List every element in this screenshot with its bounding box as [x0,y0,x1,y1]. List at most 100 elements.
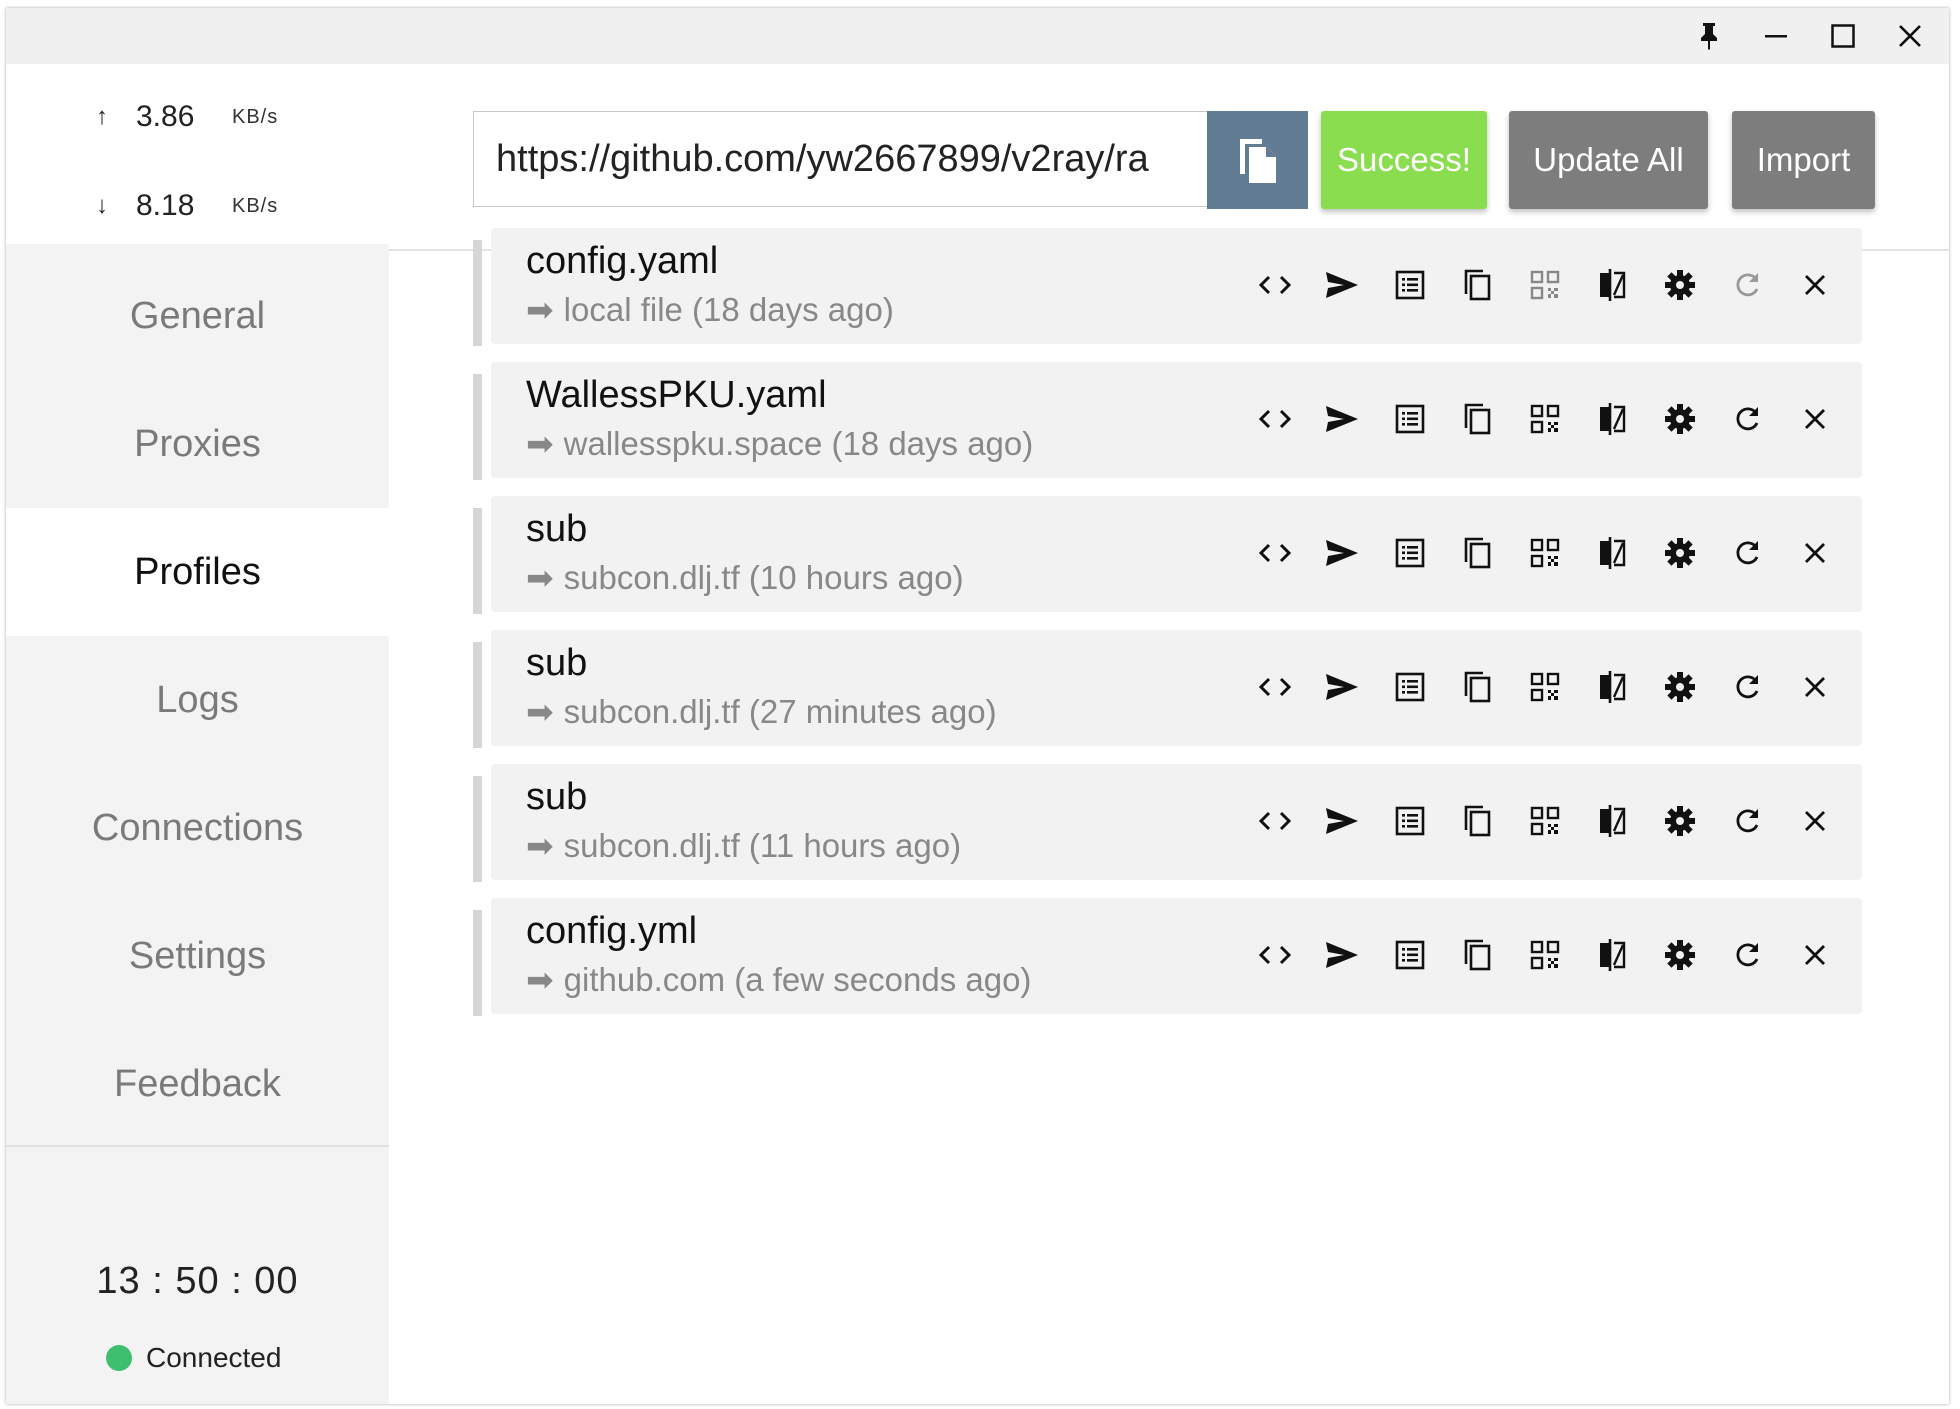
clock: 13 : 50 : 00 [96,1260,299,1302]
profile-name: sub [526,508,588,550]
list-icon[interactable] [1376,396,1444,442]
copy-icon[interactable] [1444,396,1512,442]
profile-select-indicator [473,776,482,882]
profile-source-text: local file (18 days ago) [563,291,894,328]
list-icon[interactable] [1376,664,1444,710]
gear-icon[interactable] [1646,798,1714,844]
profile-source-text: github.com (a few seconds ago) [563,961,1032,998]
paste-button[interactable] [1207,111,1308,209]
close-icon[interactable] [1781,396,1849,442]
profile-name: sub [526,776,588,818]
profile-card[interactable]: config.yaml ➡ local file (18 days ago) [473,228,1863,346]
code-icon[interactable] [1241,262,1309,308]
nav-settings[interactable]: Settings [6,892,389,1020]
qrcode-icon[interactable] [1511,798,1579,844]
compare-icon[interactable] [1579,932,1647,978]
gear-icon[interactable] [1646,396,1714,442]
success-button[interactable]: Success! [1321,111,1487,209]
profile-card-body[interactable]: config.yml ➡ github.com (a few seconds ago… [491,898,1862,1014]
upload-speed: ↑ 3.86 KB/s [96,97,278,137]
nav-connections[interactable]: Connections [6,764,389,892]
maximize-icon[interactable] [1815,14,1871,58]
code-icon[interactable] [1241,932,1309,978]
qrcode-icon[interactable] [1511,396,1579,442]
profile-card-body[interactable]: sub ➡ subcon.dlj.tf (11 hours ago) [491,764,1862,880]
import-button[interactable]: Import [1732,111,1875,209]
update-all-button[interactable]: Update All [1509,111,1708,209]
list-icon[interactable] [1376,932,1444,978]
profile-card[interactable]: sub ➡ subcon.dlj.tf (11 hours ago) [473,764,1863,882]
gear-icon[interactable] [1646,530,1714,576]
profile-select-indicator [473,910,482,1016]
copy-icon[interactable] [1444,932,1512,978]
minimize-icon[interactable] [1748,14,1804,58]
nav-feedback[interactable]: Feedback [6,1020,389,1148]
title-bar[interactable] [6,8,1949,64]
profile-card[interactable]: WallessPKU.yaml ➡ wallesspku.space (18 day… [473,362,1863,480]
list-icon[interactable] [1376,798,1444,844]
profile-card-body[interactable]: config.yaml ➡ local file (18 days ago) [491,228,1862,344]
nav-proxies[interactable]: Proxies [6,380,389,508]
send-icon[interactable] [1309,932,1377,978]
refresh-icon[interactable] [1714,798,1782,844]
copy-icon[interactable] [1444,262,1512,308]
list-icon[interactable] [1376,262,1444,308]
source-arrow-icon: ➡ [526,425,554,462]
close-icon[interactable] [1781,530,1849,576]
compare-icon[interactable] [1579,262,1647,308]
close-icon[interactable] [1781,664,1849,710]
refresh-icon[interactable] [1714,664,1782,710]
profile-card[interactable]: config.yml ➡ github.com (a few seconds ago… [473,898,1863,1016]
copy-icon[interactable] [1444,798,1512,844]
list-icon[interactable] [1376,530,1444,576]
compare-icon[interactable] [1579,396,1647,442]
profile-actions [1241,530,1849,576]
source-arrow-icon: ➡ [526,693,554,730]
source-arrow-icon: ➡ [526,827,554,864]
qrcode-icon[interactable] [1511,932,1579,978]
send-icon[interactable] [1309,396,1377,442]
refresh-icon[interactable] [1714,530,1782,576]
close-icon[interactable] [1781,932,1849,978]
close-icon[interactable] [1781,798,1849,844]
close-icon[interactable] [1781,262,1849,308]
compare-icon[interactable] [1579,664,1647,710]
qrcode-icon[interactable] [1511,262,1579,308]
profile-card-body[interactable]: WallessPKU.yaml ➡ wallesspku.space (18 day… [491,362,1862,478]
send-icon[interactable] [1309,798,1377,844]
compare-icon[interactable] [1579,798,1647,844]
nav-general[interactable]: General [6,252,389,380]
profile-name: sub [526,642,588,684]
code-icon[interactable] [1241,798,1309,844]
subscription-url-input[interactable] [473,111,1207,207]
qrcode-icon[interactable] [1511,530,1579,576]
profile-source: ➡ subcon.dlj.tf (11 hours ago) [526,826,961,865]
send-icon[interactable] [1309,664,1377,710]
compare-icon[interactable] [1579,530,1647,576]
pin-icon[interactable] [1681,14,1737,58]
send-icon[interactable] [1309,262,1377,308]
code-icon[interactable] [1241,664,1309,710]
profile-select-indicator [473,374,482,480]
nav-profiles[interactable]: Profiles [6,508,389,636]
code-icon[interactable] [1241,396,1309,442]
profile-card[interactable]: sub ➡ subcon.dlj.tf (27 minutes ago) [473,630,1863,748]
download-unit: KB/s [232,194,279,217]
code-icon[interactable] [1241,530,1309,576]
gear-icon[interactable] [1646,932,1714,978]
refresh-icon[interactable] [1714,932,1782,978]
profile-card-body[interactable]: sub ➡ subcon.dlj.tf (27 minutes ago) [491,630,1862,746]
copy-icon[interactable] [1444,664,1512,710]
copy-icon[interactable] [1444,530,1512,576]
profile-card[interactable]: sub ➡ subcon.dlj.tf (10 hours ago) [473,496,1863,614]
qrcode-icon[interactable] [1511,664,1579,710]
send-icon[interactable] [1309,530,1377,576]
profile-card-body[interactable]: sub ➡ subcon.dlj.tf (10 hours ago) [491,496,1862,612]
gear-icon[interactable] [1646,664,1714,710]
nav-logs[interactable]: Logs [6,636,389,764]
profile-select-indicator [473,642,482,748]
gear-icon[interactable] [1646,262,1714,308]
refresh-icon[interactable] [1714,262,1782,308]
close-icon[interactable] [1882,14,1938,58]
refresh-icon[interactable] [1714,396,1782,442]
